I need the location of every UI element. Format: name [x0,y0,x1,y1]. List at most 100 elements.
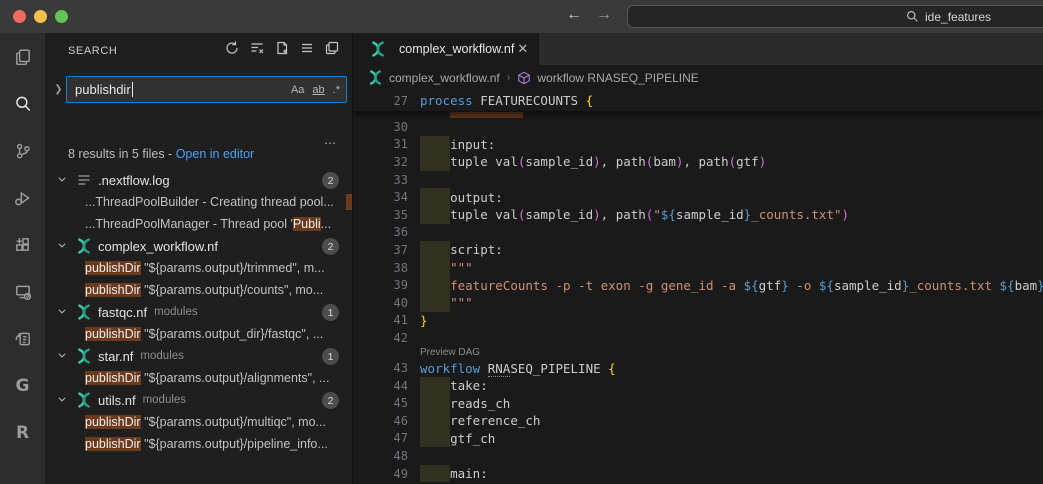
search-match-row[interactable]: ...ThreadPoolBuilder - Creating thread p… [45,191,352,213]
line-number: 31 [353,137,408,151]
match-count-badge: 2 [322,172,339,189]
search-file-row[interactable]: .nextflow.log2 [45,169,352,191]
title-bar: ← → ide_features [0,0,1043,33]
match-highlight: publishDir [85,327,141,341]
toggle-replace-chevron-icon[interactable]: ❯ [51,84,66,95]
open-in-editor-link[interactable]: Open in editor [176,147,255,161]
search-query-text: publishdir [75,82,131,97]
activity-bar-remote-explorer-icon[interactable] [0,268,45,315]
code-text: main: [420,466,488,481]
close-window-button[interactable] [13,10,26,23]
code-line[interactable]: 48 [353,447,1043,465]
view-as-list-icon[interactable] [299,40,315,61]
toggle-search-details-icon[interactable]: ⋯ [324,136,338,150]
match-count-badge: 1 [322,348,339,365]
activity-bar-source-control-icon[interactable] [0,127,45,174]
match-text: publishDir "${params.output}/pipeline_in… [85,437,328,451]
search-match-row[interactable]: publishDir "${params.output}/trimmed", m… [45,257,352,279]
open-in-editor-panel-icon[interactable] [324,40,340,61]
code-line[interactable]: 44 take: [353,377,1043,395]
match-text: publishDir "${params.output}/multiqc", m… [85,415,326,429]
breadcrumb-file[interactable]: complex_workflow.nf [389,71,500,85]
tab-close-icon[interactable]: ✕ [514,41,531,57]
open-new-search-editor-icon[interactable] [274,40,290,61]
code-line[interactable]: 36 [353,224,1043,242]
code-line[interactable]: 39 featureCounts -p -t exon -g gene_id -… [353,276,1043,294]
match-case-toggle[interactable]: Aa [291,84,304,96]
match-text: publishDir "${params.output_dir}/fastqc"… [85,327,323,341]
history-forward-icon[interactable]: → [596,6,612,24]
code-line[interactable]: 31 input: [353,136,1043,154]
file-path: modules [154,306,197,318]
file-name: fastqc.nf [98,305,147,320]
activity-bar-r-language-icon[interactable]: R [0,409,45,456]
search-match-row[interactable]: publishDir "${params.output}/alignments"… [45,367,352,389]
search-match-row[interactable]: ...ThreadPoolManager - Thread pool 'Publ… [45,213,352,235]
chevron-down-icon[interactable] [54,394,70,404]
codelens-preview-dag[interactable]: Preview DAG [353,347,1043,360]
code-line[interactable]: 42 [353,329,1043,347]
search-file-row[interactable]: utils.nfmodules2 [45,389,352,411]
code-line[interactable]: 41} [353,312,1043,330]
search-icon [906,10,919,23]
code-line[interactable]: 45 reads_ch [353,394,1043,412]
vscode-window: ← → ide_features GR SEARCH ❯ publishdir [0,0,1043,484]
activity-bar-run-debug-icon[interactable] [0,174,45,221]
history-back-icon[interactable]: ← [566,6,582,24]
activity-bar-references-icon[interactable] [0,315,45,362]
code-text: gtf_ch [420,431,495,446]
sticky-code-line[interactable]: 27process FEATURECOUNTS { [353,90,1043,111]
zoom-window-button[interactable] [55,10,68,23]
code-area[interactable]: 27process FEATURECOUNTS { 3031 input:32 … [353,90,1043,484]
search-file-row[interactable]: fastqc.nfmodules1 [45,301,352,323]
activity-bar-search-icon[interactable] [0,80,45,127]
activity-bar-extensions-icon[interactable] [0,221,45,268]
code-line[interactable]: 49 main: [353,465,1043,483]
sticky-scroll-line[interactable]: 27process FEATURECOUNTS { [353,90,1043,111]
match-highlight: publishDir [85,261,141,275]
tab-label: complex_workflow.nf [399,42,514,56]
breadcrumb-symbol[interactable]: workflow RNASEQ_PIPELINE [537,71,698,85]
line-number: 40 [353,296,408,310]
code-line[interactable]: 34 output: [353,188,1043,206]
chevron-down-icon[interactable] [54,306,70,316]
regex-toggle[interactable]: .* [333,84,340,96]
command-center[interactable]: ide_features [627,5,1043,28]
code-line[interactable]: 43workflow RNASEQ_PIPELINE { [353,359,1043,377]
search-input[interactable]: publishdir Aa ab .* [66,76,347,103]
clear-search-results-icon[interactable] [249,40,265,61]
match-text: publishDir "${params.output}/counts", mo… [85,283,323,297]
chevron-down-icon[interactable] [54,350,70,360]
code-line[interactable]: 37 script: [353,241,1043,259]
code-line[interactable]: 30 [353,118,1043,136]
chevron-down-icon[interactable] [54,240,70,250]
search-file-row[interactable]: complex_workflow.nf2 [45,235,352,257]
line-number: 34 [353,190,408,204]
code-line[interactable]: 47 gtf_ch [353,430,1043,448]
chevron-down-icon[interactable] [54,174,70,184]
code-line[interactable]: 33 [353,171,1043,189]
minimize-window-button[interactable] [34,10,47,23]
search-match-row[interactable]: publishDir "${params.output}/counts", mo… [45,279,352,301]
search-sidebar: SEARCH ❯ publishdir Aa ab .* ⋯ 8 results… [45,33,352,484]
code-line[interactable]: 46 reference_ch [353,412,1043,430]
whole-word-toggle[interactable]: ab [312,84,324,96]
activity-bar-explorer-icon[interactable] [0,33,45,80]
line-number: 43 [353,361,408,375]
nextflow-file-icon [76,392,92,408]
refresh-icon[interactable] [224,40,240,61]
tab-complex-workflow[interactable]: complex_workflow.nf ✕ [353,33,539,65]
match-highlight: publishDir [85,437,141,451]
activity-bar-gitlens-icon[interactable]: G [0,362,45,409]
code-line[interactable]: 32 tuple val(sample_id), path(bam), path… [353,153,1043,171]
code-line[interactable]: 35 tuple val(sample_id), path("${sample_… [353,206,1043,224]
search-match-row[interactable]: publishDir "${params.output}/multiqc", m… [45,411,352,433]
nextflow-file-icon [76,304,92,320]
search-match-row[interactable]: publishDir "${params.output_dir}/fastqc"… [45,323,352,345]
match-count-badge: 2 [322,392,339,409]
editor-group: complex_workflow.nf ✕ complex_workflow.n… [352,33,1043,484]
code-line[interactable]: 40 """ [353,294,1043,312]
search-match-row[interactable]: publishDir "${params.output}/pipeline_in… [45,433,352,455]
search-file-row[interactable]: star.nfmodules1 [45,345,352,367]
code-line[interactable]: 38 """ [353,259,1043,277]
